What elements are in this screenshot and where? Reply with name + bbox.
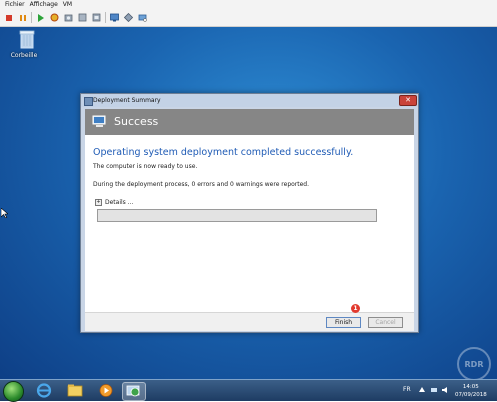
deployment-summary-window: Deployment Summary ✕ Success Operating s…: [80, 93, 419, 333]
close-icon: ✕: [405, 96, 411, 104]
menu-fichier[interactable]: Fichier: [5, 1, 25, 8]
taskbar-explorer-icon[interactable]: [64, 382, 86, 399]
revert-icon[interactable]: [77, 12, 88, 23]
menu-affichage[interactable]: Affichage: [30, 1, 58, 8]
window-titlebar[interactable]: Deployment Summary ✕: [81, 94, 418, 107]
snapshot-icon[interactable]: [63, 12, 74, 23]
clock-date: 07/09/2018: [455, 392, 487, 398]
toolbar-separator: [31, 12, 32, 23]
clock-time: 14:05: [462, 384, 479, 390]
settings-icon[interactable]: [137, 12, 148, 23]
taskbar-deployment-app-icon[interactable]: [122, 382, 146, 401]
window-close-button[interactable]: ✕: [399, 95, 417, 106]
taskbar-ie-icon[interactable]: [33, 382, 55, 399]
computer-icon: [92, 115, 106, 127]
banner-title: Success: [114, 115, 159, 128]
system-clock[interactable]: 14:05 07/09/2018: [455, 383, 487, 399]
cancel-button[interactable]: Cancel: [368, 317, 403, 328]
network-icon[interactable]: [430, 386, 438, 394]
taskbar-media-player-icon[interactable]: [95, 382, 117, 399]
finish-button[interactable]: Finish: [326, 317, 361, 328]
details-label: Details ...: [105, 199, 134, 206]
share-icon[interactable]: [123, 12, 134, 23]
start-button[interactable]: [3, 381, 24, 402]
dialog-footer: Finish Cancel: [85, 312, 414, 331]
stop-icon[interactable]: [3, 12, 14, 23]
vm-menubar: Fichier Affichage VM: [0, 0, 497, 9]
manage-snapshots-icon[interactable]: [91, 12, 102, 23]
vm-toolbar: [0, 9, 497, 27]
status-banner: Success: [85, 109, 414, 135]
errors-warnings-message: During the deployment process, 0 errors …: [93, 181, 310, 188]
reset-icon[interactable]: [49, 12, 60, 23]
recycle-bin-icon: [19, 30, 34, 49]
play-icon[interactable]: [35, 12, 46, 23]
ready-message: The computer is now ready to use.: [93, 163, 198, 170]
pause-icon[interactable]: [17, 12, 28, 23]
toolbar-separator: [105, 12, 106, 23]
enhanced-session-icon[interactable]: [109, 12, 120, 23]
watermark-text: RDR: [464, 359, 484, 369]
details-expander[interactable]: + Details ...: [95, 199, 133, 206]
details-box: [97, 209, 377, 222]
window-app-icon: [84, 97, 93, 106]
summary-heading: Operating system deployment completed su…: [93, 147, 354, 158]
language-indicator[interactable]: FR: [403, 386, 411, 393]
expand-toggle-icon[interactable]: +: [95, 199, 102, 206]
step-marker-badge: 1: [351, 304, 360, 313]
summary-content: Operating system deployment completed su…: [85, 135, 414, 312]
mouse-cursor-icon: [0, 207, 9, 220]
taskbar: FR 14:05 07/09/2018: [0, 379, 497, 402]
watermark-logo: RDR: [457, 347, 491, 379]
speaker-icon[interactable]: [441, 386, 449, 394]
window-title: Deployment Summary: [93, 97, 161, 104]
recycle-bin-shortcut[interactable]: Corbeille: [10, 29, 38, 59]
tray-up-arrow-icon[interactable]: [418, 386, 426, 394]
menu-vm[interactable]: VM: [63, 1, 72, 8]
recycle-bin-label: Corbeille: [10, 52, 38, 59]
